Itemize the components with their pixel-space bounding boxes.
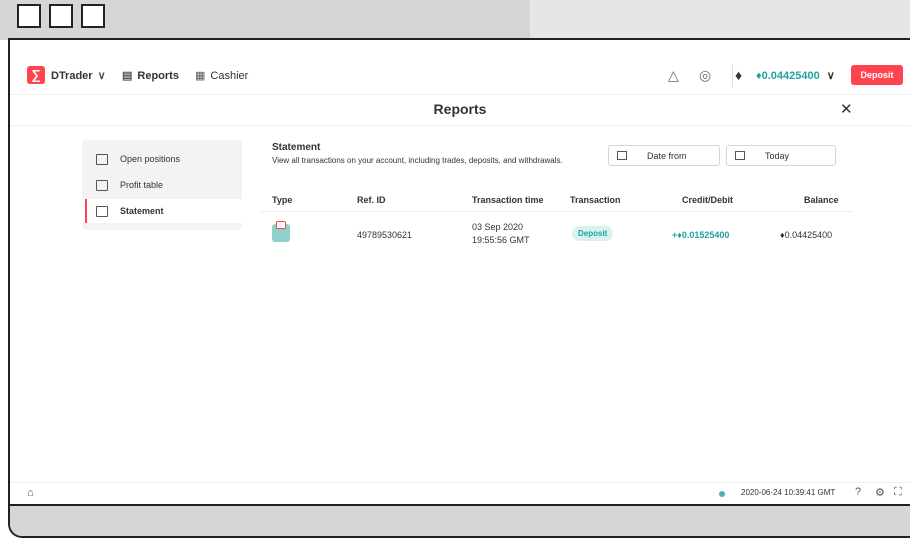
deriv-logo-icon[interactable]: ∑ [27,66,45,84]
app-footer: ⌂ 2020-06-24 10:39:41 GMT ? ⚙ ⛶ [10,482,910,504]
connection-status-dot [719,491,725,497]
sidebar-item-label: Open positions [120,154,181,164]
nav-cashier-label: Cashier [210,69,249,82]
date-from-picker[interactable]: Date from [608,145,720,166]
balance-amount: ♦0.04425400 [756,70,820,82]
nav-reports-label: Reports [137,69,179,82]
close-icon[interactable]: ✕ [840,100,853,118]
column-header-balance: Balance [804,195,839,205]
currency-icon: ♦ [735,67,743,83]
window-chrome-top [0,0,910,40]
window-square-icon[interactable] [49,4,73,28]
settings-icon[interactable]: ⚙ [875,486,885,499]
chrome-right-pane [530,0,910,38]
column-header-ref: Ref. ID [357,195,386,205]
cashier-icon: ▦ [195,70,206,82]
reports-sidebar: Open positions Profit table Statement [82,140,242,230]
column-header-type: Type [272,195,293,205]
account-balance[interactable]: ♦0.04425400 ∨ [756,69,835,82]
ref-id: 49789530621 [357,230,413,240]
date-from-value: Date from [647,150,687,161]
credit-amount: +♦0.01525400 [672,230,730,240]
open-positions-icon [96,153,108,165]
nav-cashier[interactable]: ▦ Cashier [195,69,249,83]
window-square-icon[interactable] [81,4,105,28]
calendar-icon [735,151,745,160]
balance-amount: ♦0.04425400 [780,230,833,240]
platform-name: DTrader [51,69,93,82]
nav-reports[interactable]: ▤ Reports [122,69,179,83]
statement-icon [96,205,108,217]
app-frame: ∑ DTrader ∨ ▤ Reports ▦ Cashier △ ◎ ♦ ♦0… [8,38,910,538]
account-icon[interactable]: ◎ [699,67,711,84]
window-chrome-bottom [10,504,910,536]
statement-title: Statement [272,142,321,153]
sidebar-item-open-positions[interactable]: Open positions [82,147,242,171]
sidebar-item-label: Profit table [120,180,164,190]
column-header-credit: Credit/Debit [682,195,734,205]
date-to-value: Today [765,150,790,161]
help-icon[interactable]: ? [855,486,861,498]
app-header: ∑ DTrader ∨ ▤ Reports ▦ Cashier △ ◎ ♦ ♦0… [10,58,910,94]
account-info-icon[interactable]: ⌂ [27,487,34,499]
chevron-down-icon: ∨ [826,70,835,82]
deposit-button[interactable]: Deposit [851,65,903,85]
sidebar-item-label: Statement [120,206,164,216]
platform-switcher[interactable]: DTrader ∨ [51,69,106,83]
reports-icon: ▤ [122,70,133,82]
bell-icon[interactable]: △ [668,67,679,84]
column-header-time: Transaction time [472,195,544,205]
fullscreen-icon[interactable]: ⛶ [894,486,902,499]
header-divider [732,65,733,87]
calendar-icon [617,151,627,160]
server-time: 2020-06-24 10:39:41 GMT [741,488,836,497]
transaction-date: 03 Sep 2020 [472,222,524,232]
sidebar-item-profit-table[interactable]: Profit table [82,173,242,197]
deposit-type-icon [272,221,290,242]
table-header-divider [260,211,853,212]
transaction-time: 19:55:56 GMT [472,235,530,245]
profit-table-icon [96,179,108,191]
window-square-icon[interactable] [17,4,41,28]
reports-titlebar: Reports ✕ [10,94,910,126]
status-badge: Deposit [572,226,614,241]
chevron-down-icon: ∨ [97,70,106,82]
date-to-picker[interactable]: Today [726,145,836,166]
column-header-transaction: Transaction [570,195,621,205]
sidebar-item-statement[interactable]: Statement [82,199,242,223]
statement-description: View all transactions on your account, i… [272,156,563,165]
page-title: Reports [433,101,487,117]
